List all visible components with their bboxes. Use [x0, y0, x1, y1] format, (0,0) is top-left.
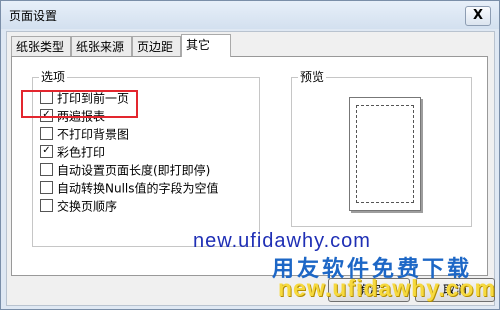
tab-label: 其它	[186, 38, 211, 52]
page-margin-outline	[356, 105, 414, 203]
checkbox[interactable]: ✓	[40, 145, 53, 158]
tab-other[interactable]: 其它	[181, 34, 231, 57]
dialog-title: 页面设置	[9, 9, 58, 23]
option-no-background-image[interactable]: 不打印背景图	[40, 126, 129, 142]
red-highlight-box	[21, 90, 138, 118]
checkbox[interactable]	[40, 181, 53, 194]
option-auto-page-length[interactable]: 自动设置页面长度(即打即停)	[40, 162, 210, 178]
option-label: 自动转换Nulls值的字段为空值	[57, 181, 219, 196]
tab-paper-type[interactable]: 纸张类型	[11, 36, 71, 56]
watermark-url: new.ufidawhy.com	[193, 230, 371, 252]
tab-label: 纸张来源	[76, 40, 125, 54]
option-swap-page-order[interactable]: 交换页顺序	[40, 198, 117, 214]
preview-groupbox: 预览	[291, 70, 472, 227]
option-label: 不打印背景图	[57, 127, 130, 142]
option-label: 交换页顺序	[57, 199, 118, 214]
tab-paper-source[interactable]: 纸张来源	[71, 36, 132, 56]
checkbox[interactable]	[40, 127, 53, 140]
options-group-title: 选项	[39, 70, 68, 84]
title-bar: 页面设置 X	[1, 1, 499, 29]
watermark-url-overlay: new.ufidawhy.com	[278, 275, 496, 301]
tab-margins[interactable]: 页边距	[132, 36, 181, 56]
option-label: 自动设置页面长度(即打即停)	[57, 163, 211, 178]
close-icon: X	[472, 8, 484, 23]
preview-group-title: 预览	[298, 70, 327, 84]
page-preview	[349, 97, 421, 211]
tab-label: 纸张类型	[16, 40, 65, 54]
option-color-print[interactable]: ✓ 彩色打印	[40, 144, 105, 160]
tab-label: 页边距	[137, 40, 174, 54]
close-button[interactable]: X	[465, 6, 491, 26]
option-convert-nulls[interactable]: 自动转换Nulls值的字段为空值	[40, 180, 219, 196]
option-label: 彩色打印	[57, 145, 106, 160]
checkbox[interactable]	[40, 199, 53, 212]
checkbox[interactable]	[40, 163, 53, 176]
